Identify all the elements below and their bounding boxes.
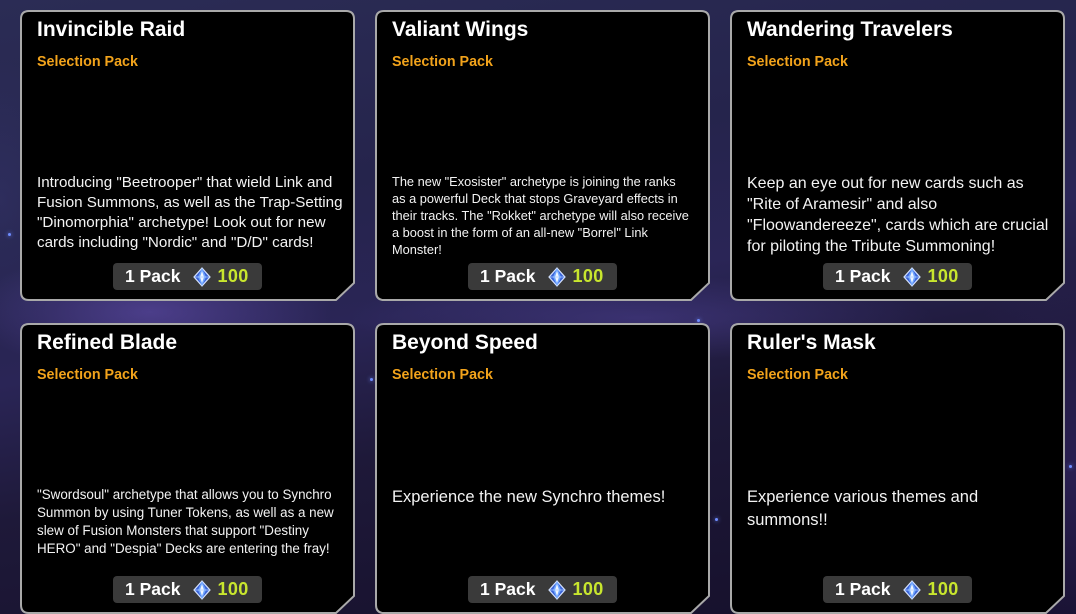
pack-price: 100 (927, 266, 959, 286)
pack-type-label: Selection Pack (37, 54, 138, 70)
pack-card-refined-blade[interactable]: Refined Blade Selection Pack "Swordsoul"… (20, 323, 355, 614)
pack-price: 100 (572, 579, 604, 599)
pack-title: Ruler's Mask (747, 331, 876, 354)
buy-pack-button[interactable]: 1 Pack 100 (823, 576, 972, 603)
gem-icon (903, 579, 922, 600)
buy-pack-button[interactable]: 1 Pack 100 (468, 576, 617, 603)
pack-type-label: Selection Pack (747, 367, 848, 383)
pack-price: 100 (927, 579, 959, 599)
pack-type-label: Selection Pack (37, 367, 138, 383)
star-particle (8, 233, 11, 236)
pack-card-valiant-wings[interactable]: Valiant Wings Selection Pack The new "Ex… (375, 10, 710, 301)
gem-icon (193, 579, 212, 600)
pack-type-label: Selection Pack (392, 54, 493, 70)
gem-icon (548, 266, 567, 287)
pack-quantity-label: 1 Pack (835, 579, 891, 599)
pack-description: "Swordsoul" archetype that allows you to… (37, 487, 334, 556)
pack-price: 100 (217, 579, 249, 599)
buy-pack-button[interactable]: 1 Pack 100 (468, 263, 617, 290)
buy-pack-button[interactable]: 1 Pack 100 (113, 263, 262, 290)
pack-description: Experience various themes and summons!! (747, 488, 979, 529)
pack-price: 100 (217, 266, 249, 286)
pack-quantity-label: 1 Pack (835, 266, 891, 286)
pack-type-label: Selection Pack (747, 54, 848, 70)
buy-pack-button[interactable]: 1 Pack 100 (113, 576, 262, 603)
pack-title: Valiant Wings (392, 18, 529, 41)
pack-quantity-label: 1 Pack (480, 579, 536, 599)
pack-type-label: Selection Pack (392, 367, 493, 383)
pack-quantity-label: 1 Pack (125, 579, 181, 599)
pack-card-beyond-speed[interactable]: Beyond Speed Selection Pack Experience t… (375, 323, 710, 614)
star-particle (1069, 465, 1072, 468)
buy-pack-button[interactable]: 1 Pack 100 (823, 263, 972, 290)
pack-description: The new "Exosister" archetype is joining… (392, 174, 689, 257)
pack-card-invincible-raid[interactable]: Invincible Raid Selection Pack Introduci… (20, 10, 355, 301)
gem-icon (903, 266, 922, 287)
pack-description: Keep an eye out for new cards such as "R… (747, 175, 1049, 255)
pack-title: Invincible Raid (37, 18, 186, 41)
pack-title: Beyond Speed (392, 331, 538, 354)
pack-title: Wandering Travelers (747, 18, 953, 41)
star-particle (715, 518, 718, 521)
pack-quantity-label: 1 Pack (125, 266, 181, 286)
pack-price: 100 (572, 266, 604, 286)
gem-icon (548, 579, 567, 600)
pack-title: Refined Blade (37, 331, 178, 354)
pack-card-rulers-mask[interactable]: Ruler's Mask Selection Pack Experience v… (730, 323, 1065, 614)
gem-icon (193, 266, 212, 287)
star-particle (370, 378, 373, 381)
star-particle (697, 319, 700, 322)
pack-description: Introducing "Beetrooper" that wield Link… (37, 174, 343, 251)
pack-quantity-label: 1 Pack (480, 266, 536, 286)
pack-card-wandering-travelers[interactable]: Wandering Travelers Selection Pack Keep … (730, 10, 1065, 301)
pack-description: Experience the new Synchro themes! (392, 488, 666, 506)
